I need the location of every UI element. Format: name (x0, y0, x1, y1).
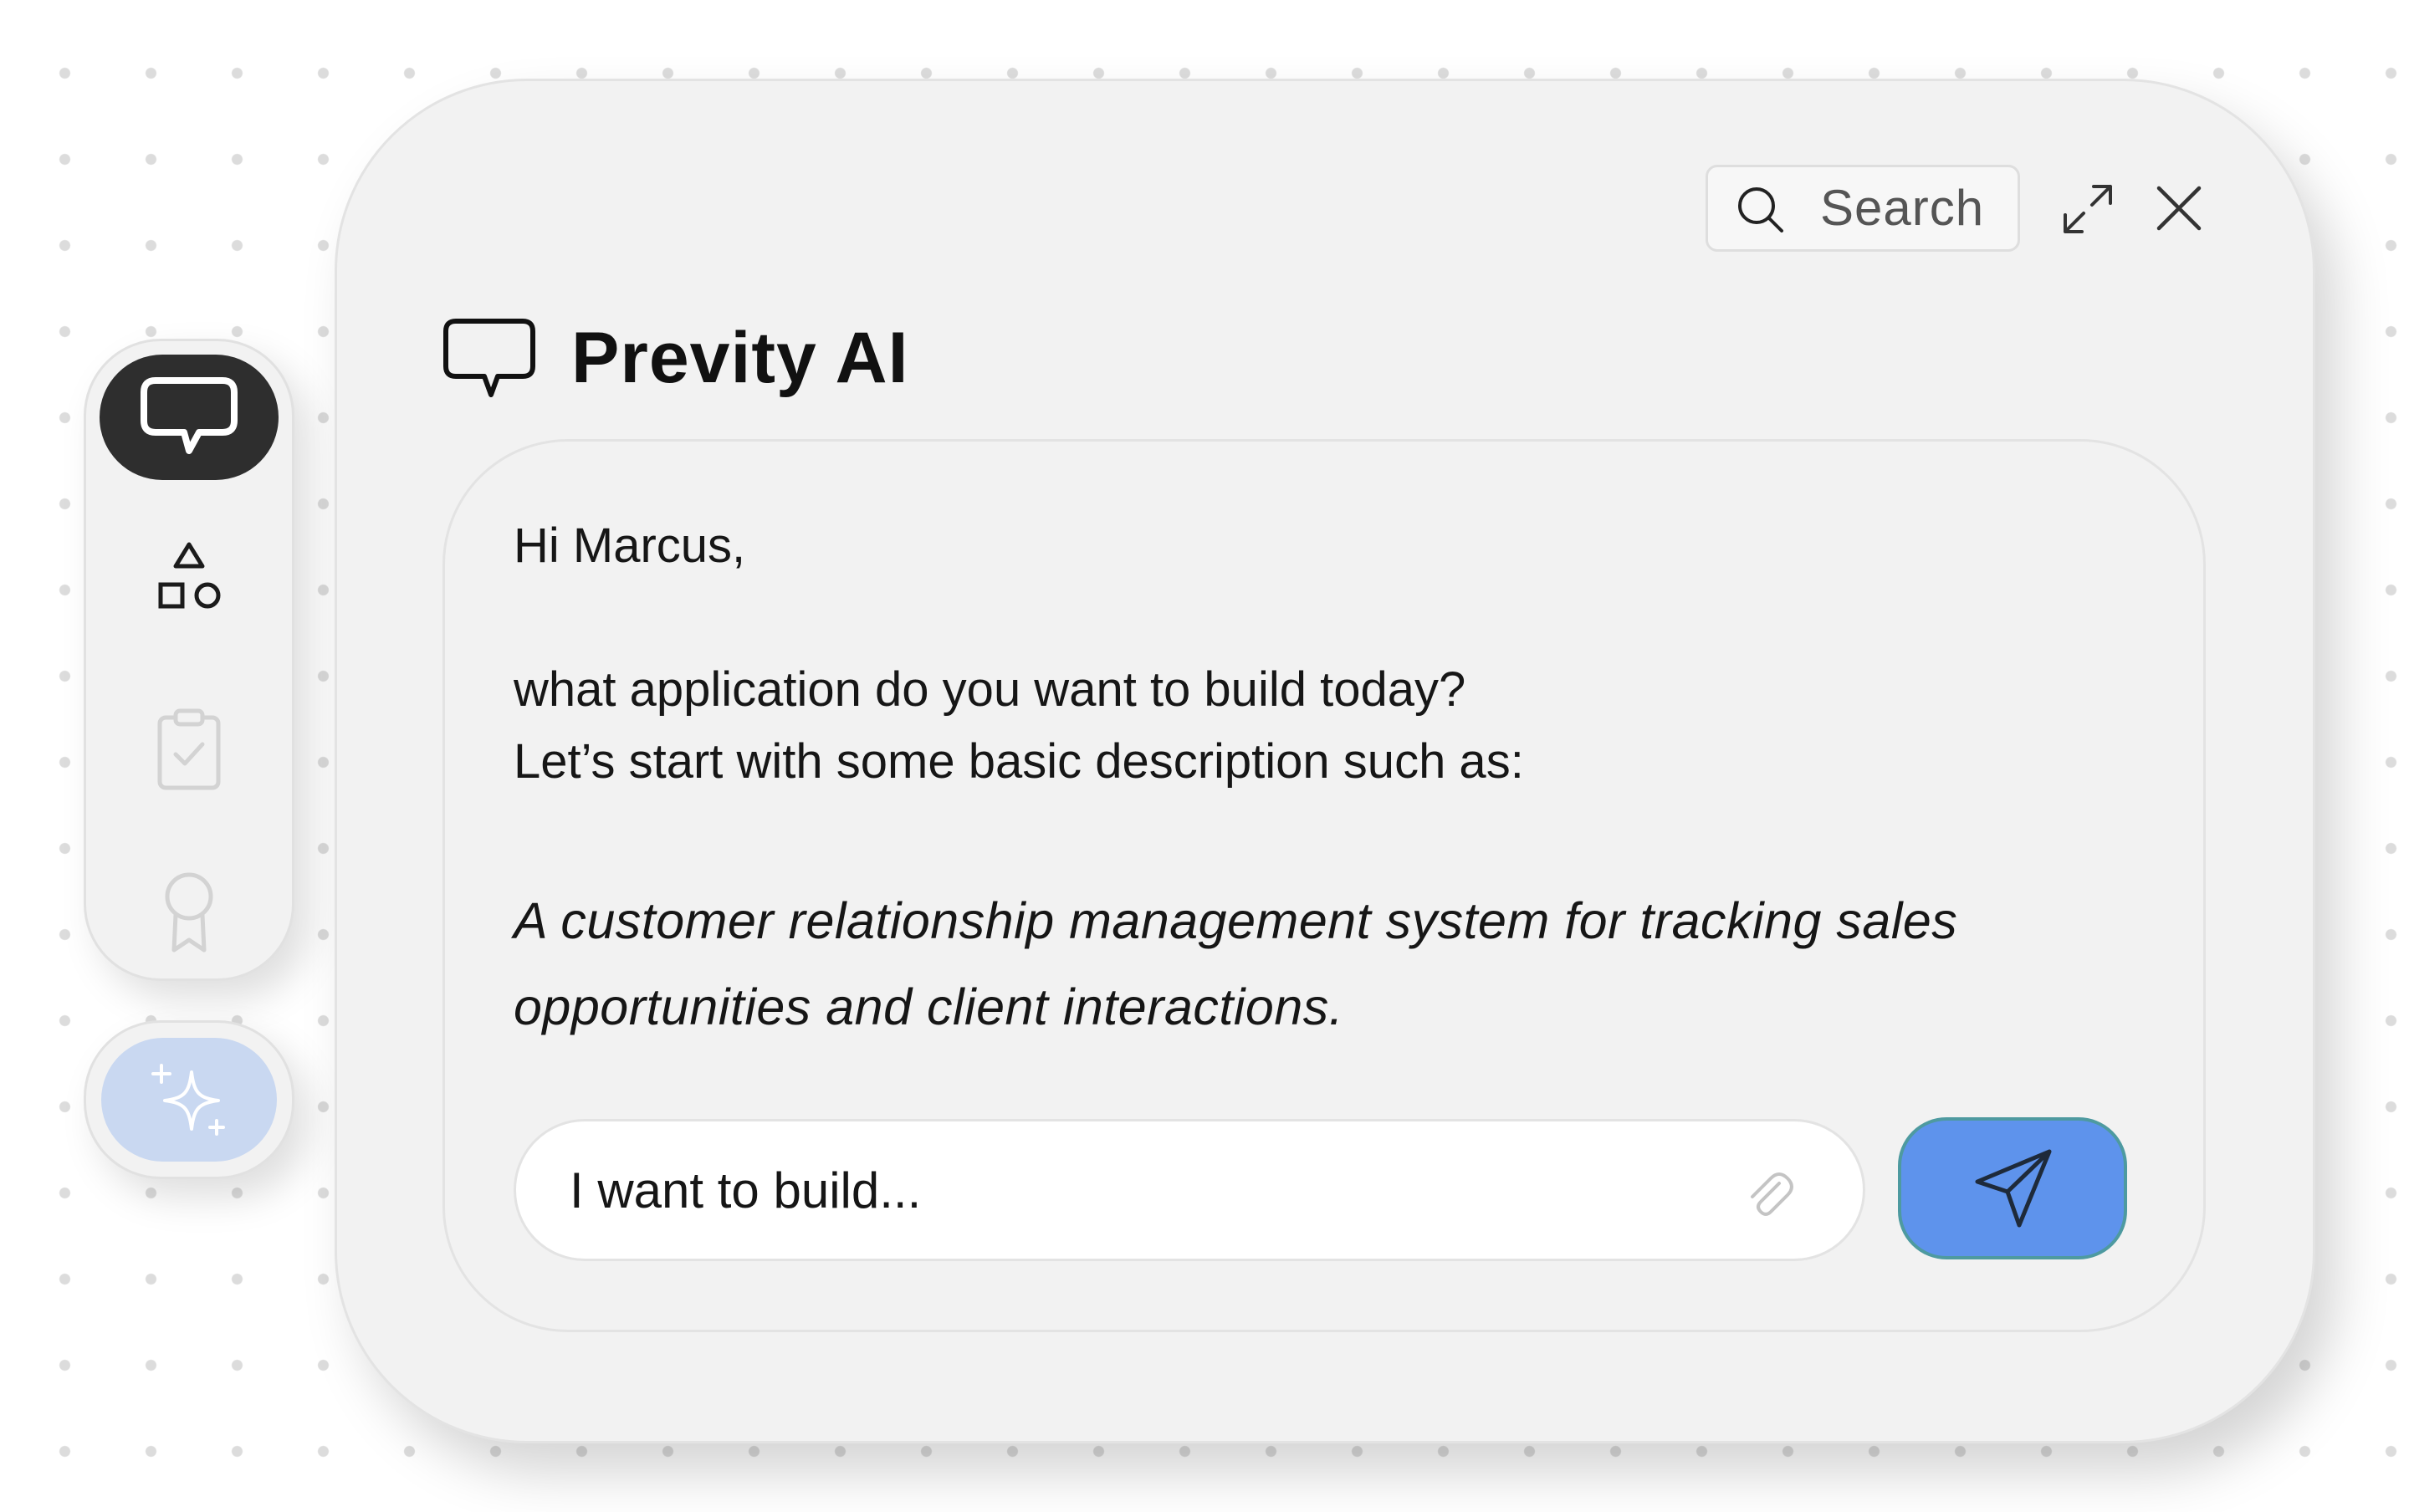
rail-item-achievements[interactable] (139, 861, 239, 962)
sparkle-icon (151, 1064, 225, 1136)
send-icon (1975, 1149, 2052, 1228)
close-icon[interactable] (2152, 181, 2206, 235)
ai-rail (84, 1020, 294, 1179)
clipboard-check-icon (157, 708, 221, 790)
greeting-message: Hi Marcus, (514, 518, 746, 573)
chat-bubble-icon (443, 319, 535, 397)
assistant-window: Search Previty AI Hi Marcus, what applic… (335, 79, 2315, 1443)
title-row: Previty AI (441, 312, 909, 404)
chat-panel: Hi Marcus, what application do you want … (442, 439, 2206, 1332)
expand-icon[interactable] (2059, 180, 2117, 238)
rail-item-tasks[interactable] (139, 699, 239, 799)
chat-bubble-icon (141, 377, 238, 454)
shapes-icon (158, 542, 221, 609)
search-icon (1738, 187, 1783, 232)
ai-assistant-button[interactable] (101, 1038, 277, 1162)
award-icon (165, 872, 213, 953)
search-placeholder: Search (1820, 180, 1985, 236)
rail-item-chat[interactable] (100, 355, 279, 480)
search-box[interactable]: Search (1706, 165, 2020, 252)
send-button[interactable] (1898, 1117, 2127, 1259)
message-composer (514, 1119, 1865, 1261)
rail-item-components[interactable] (139, 532, 239, 624)
question-message: what application do you want to build to… (514, 662, 1466, 717)
side-rail (84, 339, 294, 981)
example-description: A customer relationship management syste… (514, 892, 1958, 1035)
paperclip-icon[interactable] (1737, 1163, 1796, 1222)
lead-message: Let’s start with some basic description … (514, 734, 1524, 789)
message-input[interactable] (570, 1150, 1741, 1230)
page-title: Previty AI (571, 317, 909, 398)
